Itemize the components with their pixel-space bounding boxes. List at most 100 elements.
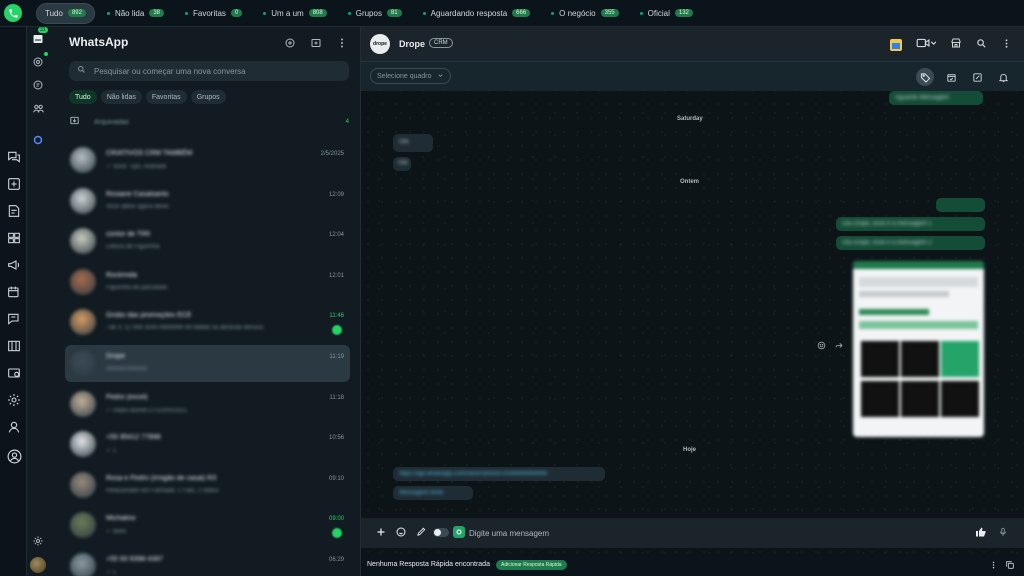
search-chat-icon[interactable] xyxy=(976,38,987,52)
attach-plus-icon[interactable] xyxy=(375,526,387,538)
message-bubble-in[interactable]: Olá xyxy=(393,157,411,171)
chat-list-item[interactable]: Grobo das promoções ECE ~de 3: 12 999 300… xyxy=(65,304,350,341)
board-select[interactable]: Selecione quadro xyxy=(370,68,451,84)
add-square-icon[interactable] xyxy=(4,174,24,194)
calendar-icon[interactable] xyxy=(890,38,902,51)
tag-icon[interactable] xyxy=(916,68,934,86)
microphone-icon[interactable] xyxy=(998,526,1008,538)
megaphone-icon[interactable] xyxy=(4,255,24,275)
filter-pill[interactable]: Não lida 38 xyxy=(98,3,173,24)
meta-ai-icon[interactable] xyxy=(30,132,46,148)
message-bubble-in[interactable]: Olá xyxy=(393,134,433,152)
chat-list-item[interactable]: Rockmida Figurinha de parcelado 12:01 xyxy=(65,264,350,301)
support-agent-icon[interactable] xyxy=(4,417,24,437)
filter-pill[interactable]: O negócio 355 xyxy=(542,3,627,24)
profile-icon[interactable] xyxy=(4,446,24,466)
chat-list-item[interactable]: Rosa e Pedro (Irmgão de casal) R3 Relacio… xyxy=(65,467,350,504)
chat-edit-icon[interactable] xyxy=(4,309,24,329)
filter-chip[interactable]: Não lidas xyxy=(100,90,142,104)
filter-pill[interactable]: Um a um 808 xyxy=(254,3,335,24)
chat-list-item[interactable]: Drope ODDDUISDOO 11:19 xyxy=(65,345,350,382)
add-quick-reply-button[interactable]: Adicionar Resposta Rápida xyxy=(496,560,567,570)
chat-list-item[interactable]: Michalino ✓ 4444 09:00 xyxy=(65,507,350,544)
note-edit-icon[interactable] xyxy=(4,201,24,221)
menu-kebab-icon[interactable] xyxy=(336,37,348,52)
filter-label: O negócio xyxy=(559,8,596,18)
edit-note-icon[interactable] xyxy=(968,68,986,86)
settings-gear-icon[interactable] xyxy=(4,390,24,410)
whatsapp-logo-icon[interactable] xyxy=(0,0,26,26)
filter-chip[interactable]: Tudo xyxy=(69,90,97,104)
message-bubble-out[interactable]: Aguarde Mensagem xyxy=(889,91,983,105)
pen-icon[interactable] xyxy=(416,526,427,537)
chats-icon[interactable] xyxy=(30,31,46,47)
message-bubble-in[interactable]: https://api.whatsapp.com/send?phone=5599… xyxy=(393,467,605,481)
store-icon[interactable] xyxy=(950,37,962,52)
filter-dot xyxy=(347,11,351,15)
chat-time: 12:09 xyxy=(328,191,344,198)
filter-dot xyxy=(263,11,267,15)
communities-icon[interactable] xyxy=(30,100,46,116)
chat-list-item[interactable]: contor de TIRI Leitura de Figurinha 12:04 xyxy=(65,223,350,260)
chat-time: 11:19 xyxy=(329,354,344,360)
message-text: Olá Drope, esse é a mensagem 1 xyxy=(842,221,932,227)
image-message[interactable] xyxy=(853,261,984,437)
chat-avatar xyxy=(70,512,96,539)
settings-icon[interactable] xyxy=(30,533,46,549)
ai-assist-icon[interactable] xyxy=(453,526,465,538)
day-separator: Ontem xyxy=(680,179,700,185)
filter-label: Um a um xyxy=(271,8,304,18)
copy-icon[interactable] xyxy=(1005,560,1015,573)
user-avatar[interactable] xyxy=(30,557,46,573)
chat-list-item[interactable]: Rosiane Casalsanto Você atbox agora deixe… xyxy=(65,183,350,220)
filter-chip[interactable]: Favoritas xyxy=(145,90,187,104)
thumbs-up-icon[interactable] xyxy=(975,526,987,538)
new-chat-icon[interactable] xyxy=(284,37,296,52)
filter-label: Aguardando resposta xyxy=(430,8,508,18)
status-icon[interactable] xyxy=(30,54,46,70)
filter-chip[interactable]: Grupos xyxy=(190,90,226,104)
filter-pill[interactable]: Favoritas 0 xyxy=(176,3,251,24)
message-composer xyxy=(361,518,1024,548)
filter-pill[interactable]: Aguardando resposta 666 xyxy=(414,3,540,24)
calendar-alert-icon[interactable] xyxy=(4,282,24,302)
footer-menu-icon[interactable] xyxy=(989,560,998,573)
video-call-icon[interactable] xyxy=(916,37,937,52)
message-input[interactable] xyxy=(469,525,919,541)
message-link[interactable]: https://api.whatsapp.com/send?phone=5599… xyxy=(399,471,547,477)
filter-pill[interactable]: Grupos 81 xyxy=(339,3,411,24)
filter-pill[interactable]: Tudo 892 xyxy=(36,2,95,24)
chat-bubbles-icon[interactable] xyxy=(4,147,24,167)
filter-dot xyxy=(639,11,643,15)
calendar-check-icon[interactable] xyxy=(942,68,960,86)
status-dot xyxy=(44,52,48,56)
conversation-header[interactable]: drope Drope CRM xyxy=(361,27,1024,61)
forward-icon[interactable] xyxy=(834,341,844,353)
chat-list-item[interactable]: +55 93 9398-4397 ✓ 1 06:29 xyxy=(65,548,350,576)
search-input[interactable] xyxy=(94,66,334,76)
schedule-icon[interactable] xyxy=(4,363,24,383)
kanban-icon[interactable] xyxy=(4,336,24,356)
chat-list-item[interactable]: +55 95412 77898 ✓ 1 10:56 xyxy=(65,426,350,463)
bell-icon[interactable] xyxy=(994,68,1012,86)
new-group-icon[interactable] xyxy=(310,37,322,52)
contact-name[interactable]: Drope xyxy=(399,39,425,49)
gallery-icon[interactable] xyxy=(4,228,24,248)
crm-tag[interactable]: CRM xyxy=(429,38,453,48)
unread-badge: 31 xyxy=(38,27,48,33)
chat-list-item[interactable]: CRIATIVOS CRM TAMBÉM ✓ Você: Tipo, Andrad… xyxy=(65,142,350,179)
contact-avatar[interactable]: drope xyxy=(370,34,390,54)
signature-toggle[interactable] xyxy=(433,528,449,537)
message-bubble-out[interactable] xyxy=(936,198,985,212)
archived-row[interactable]: Arquivadas 4 xyxy=(69,115,349,129)
message-bubble-out[interactable]: Olá Drope, esse é a mensagem 1 xyxy=(836,217,985,231)
channels-icon[interactable] xyxy=(30,77,46,93)
chat-list-item[interactable]: Pedro (excel) ✓ Pedro Borret-27/10/00/202… xyxy=(65,386,350,423)
message-bubble-out[interactable]: Olá Drope, esse é a mensagem 2 xyxy=(836,236,985,250)
message-bubble-in[interactable]: Mensagem teste xyxy=(393,486,473,500)
chat-preview: ~de 3: 12 999 3000-9999999 99 88888 na a… xyxy=(106,325,264,332)
filter-pill[interactable]: Oficial 132 xyxy=(631,3,702,24)
sticker-icon[interactable] xyxy=(395,526,407,538)
more-options-icon[interactable] xyxy=(1001,38,1012,52)
emoji-react-icon[interactable] xyxy=(817,341,826,353)
